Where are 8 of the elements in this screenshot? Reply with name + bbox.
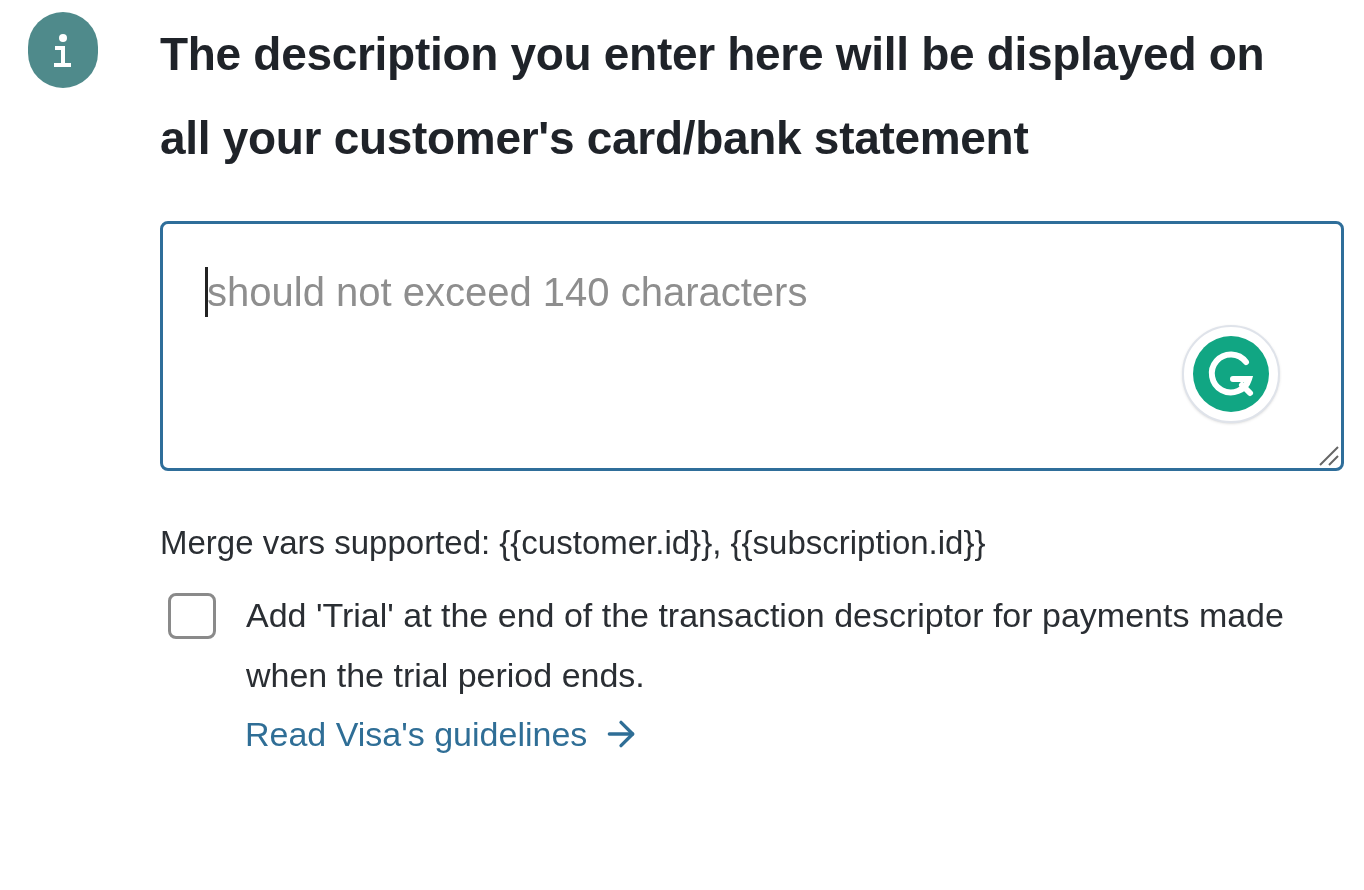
resize-handle-icon[interactable] [1318,445,1340,467]
text-cursor [205,267,208,317]
guidelines-link[interactable]: Read Visa's guidelines [245,709,642,759]
description-heading: The description you enter here will be displayed on all your customer's card/bank statement [160,27,1266,166]
trial-option-label: Add 'Trial' at the end of the transaction descriptor for payments made when the trial period ends. [246,595,1285,696]
trial-checkbox[interactable] [168,593,216,639]
merge-vars-note: Merge vars supported: {{customer.id}}, {{subscription.id}} [160,523,987,563]
description-field[interactable]: should not exceed 140 characters [160,221,1344,471]
